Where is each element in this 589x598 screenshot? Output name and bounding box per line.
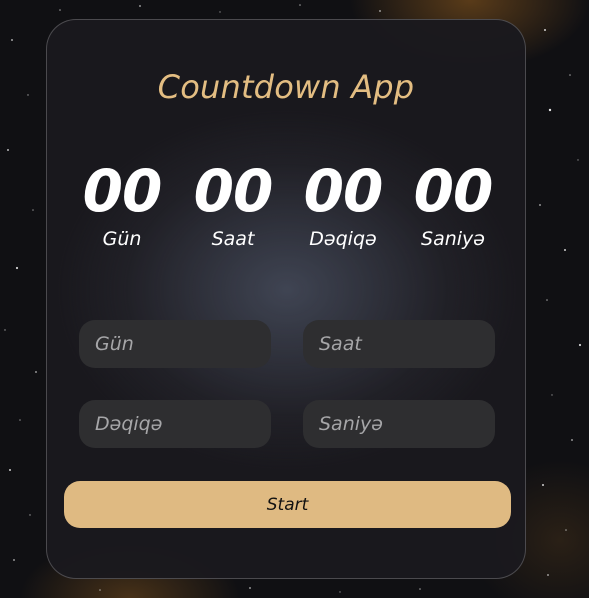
timer-minutes: 00 Dəqiqə [288,162,398,250]
timer-seconds-label: Saniyə [421,228,485,250]
timer-hours-value: 00 [193,157,274,225]
timer-hours: 00 Saat [178,162,288,250]
seconds-input[interactable] [303,400,495,448]
hours-input[interactable] [303,320,495,368]
timer-days: 00 Gün [67,162,177,250]
app-title: Countdown App [157,68,415,106]
countdown-card: Countdown App 00 Gün 00 Saat 00 Dəqiqə 0… [46,19,526,579]
timer-days-label: Gün [102,228,142,250]
minutes-input[interactable] [79,400,271,448]
timer-minutes-value: 00 [303,157,384,225]
timer-seconds: 00 Saniyə [398,162,508,250]
timer-minutes-label: Dəqiqə [309,228,377,250]
timer-hours-label: Saat [211,228,255,250]
timer-days-value: 00 [82,157,163,225]
days-input[interactable] [79,320,271,368]
timer-seconds-value: 00 [413,157,494,225]
start-button[interactable]: Start [64,481,511,528]
